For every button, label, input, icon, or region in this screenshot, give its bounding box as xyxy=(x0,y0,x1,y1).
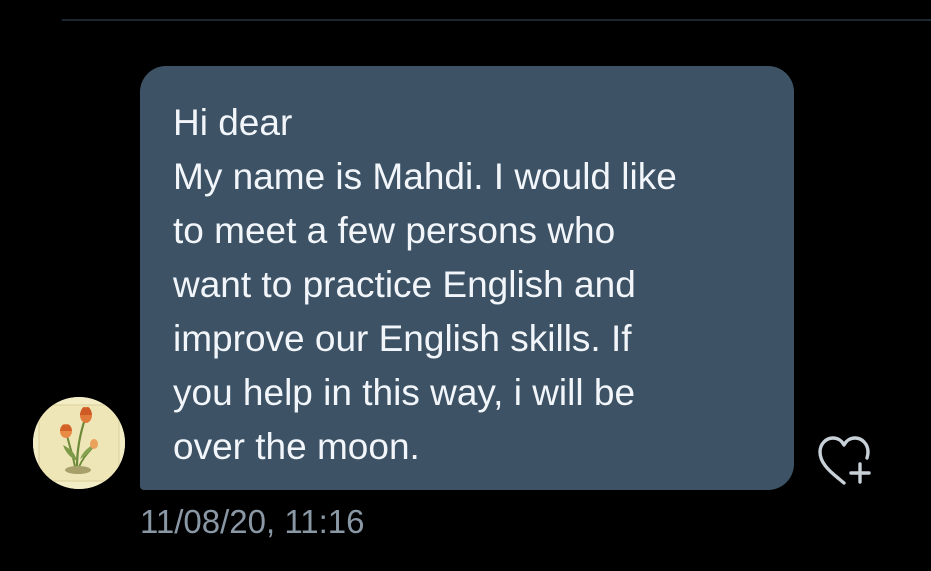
message-text: Hi dear My name is Mahdi. I would like t… xyxy=(173,102,677,467)
message-timestamp: 11/08/20, 11:16 xyxy=(140,503,365,540)
heart-plus-icon xyxy=(818,436,871,485)
tulip-illustration-icon xyxy=(33,397,125,489)
top-divider xyxy=(62,19,931,21)
sender-avatar[interactable] xyxy=(33,397,125,489)
add-reaction-button[interactable] xyxy=(816,432,878,488)
message-bubble[interactable]: Hi dear My name is Mahdi. I would like t… xyxy=(140,66,794,490)
